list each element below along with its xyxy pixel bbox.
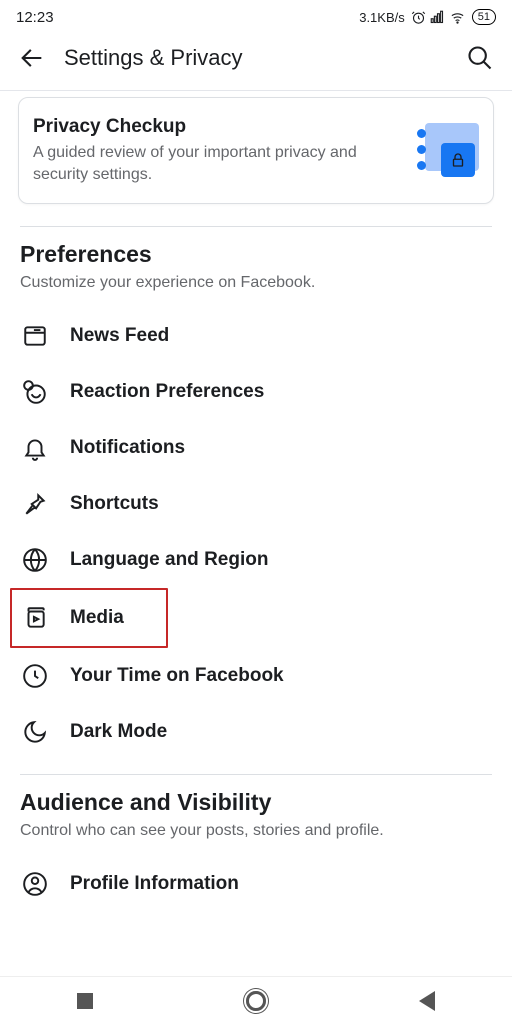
divider [20,226,492,227]
privacy-checkup-card[interactable]: Privacy Checkup A guided review of your … [18,97,494,204]
item-label: Your Time on Facebook [70,665,284,687]
clock-icon [22,663,48,689]
privacy-illustration-icon [417,123,479,179]
card-title: Privacy Checkup [33,116,405,138]
header: Settings & Privacy [0,30,512,90]
item-label: Language and Region [70,549,268,571]
section-preferences: Preferences Customize your experience on… [0,241,512,760]
item-news-feed[interactable]: News Feed [20,308,492,364]
item-your-time[interactable]: Your Time on Facebook [20,648,492,704]
moon-icon [22,719,48,745]
status-right: 3.1KB/s 51 [359,9,496,25]
card-subtitle: A guided review of your important privac… [33,142,405,185]
item-label: Dark Mode [70,721,167,743]
search-icon[interactable] [466,44,494,72]
item-profile-information[interactable]: Profile Information [20,856,492,912]
section-audience: Audience and Visibility Control who can … [0,789,512,912]
battery-indicator: 51 [472,9,496,25]
page-title: Settings & Privacy [64,45,448,71]
bell-icon [22,435,48,461]
item-label: Media [70,607,124,629]
item-label: Shortcuts [70,493,159,515]
news-feed-icon [22,323,48,349]
item-shortcuts[interactable]: Shortcuts [20,476,492,532]
media-icon [22,605,48,631]
item-dark-mode[interactable]: Dark Mode [20,704,492,760]
item-label: Profile Information [70,873,239,895]
globe-icon [22,547,48,573]
highlight-media: Media [10,588,168,648]
preferences-title: Preferences [20,241,492,268]
status-icons [411,10,466,25]
divider [20,774,492,775]
wifi-icon [449,10,466,25]
status-time: 12:23 [16,9,54,26]
alarm-icon [411,10,426,25]
status-net-speed: 3.1KB/s [359,10,405,25]
item-label: Reaction Preferences [70,381,264,403]
item-language-region[interactable]: Language and Region [20,532,492,588]
signal-icon [430,10,445,25]
item-notifications[interactable]: Notifications [20,420,492,476]
nav-recent-icon[interactable] [77,993,93,1009]
back-icon[interactable] [18,44,46,72]
item-label: Notifications [70,437,185,459]
audience-subtitle: Control who can see your posts, stories … [20,822,492,840]
item-media[interactable]: Media [20,590,126,646]
nav-home-icon[interactable] [246,991,266,1011]
item-reaction-preferences[interactable]: Reaction Preferences [20,364,492,420]
audience-title: Audience and Visibility [20,789,492,816]
item-label: News Feed [70,325,169,347]
android-nav-bar [0,976,512,1024]
reaction-icon [22,379,48,405]
profile-icon [22,871,48,897]
status-bar: 12:23 3.1KB/s 51 [0,0,512,30]
nav-back-icon[interactable] [419,991,435,1011]
divider [0,90,512,91]
preferences-subtitle: Customize your experience on Facebook. [20,274,492,292]
pin-icon [22,491,48,517]
